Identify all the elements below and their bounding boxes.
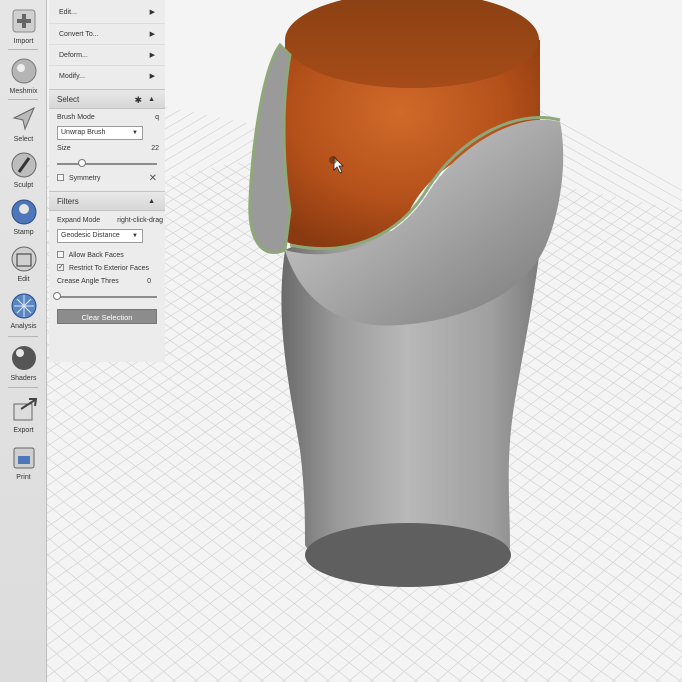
clear-selection-button[interactable]: Clear Selection (57, 309, 157, 324)
toolbar-sculpt[interactable]: Sculpt (0, 146, 47, 192)
chevron-down-icon: ▼ (132, 130, 138, 136)
gear-icon[interactable]: ✱ (134, 90, 142, 110)
toolbar-import-label: Import (13, 38, 34, 45)
meshmix-icon (11, 58, 36, 84)
toolbar-sculpt-label: Sculpt (13, 182, 34, 189)
toolbar-edit-label: Edit (17, 276, 30, 283)
toolbar-select-label: Select (13, 136, 34, 143)
menu-convert-to[interactable]: Convert To... ▶ (49, 24, 165, 45)
brush-mode-value: Unwrap Brush (61, 129, 106, 136)
toolbar-edit[interactable]: Edit (0, 240, 47, 286)
toolbar-meshmix[interactable]: Meshmix (0, 52, 47, 98)
select-arrow-icon (12, 106, 35, 131)
menu-edit-label: Edit... (59, 9, 77, 16)
toolbar-shaders-label: Shaders (10, 375, 37, 382)
expand-mode-dropdown[interactable]: Geodesic Distance ▼ (57, 229, 143, 243)
menu-convert-to-label: Convert To... (59, 31, 99, 38)
toolbar-export-label: Export (13, 427, 34, 434)
brush-icon (11, 152, 36, 178)
select-panel-header[interactable]: Select ✱ ▲ (49, 89, 165, 109)
filters-panel-header[interactable]: Filters ▲ (49, 191, 165, 211)
chevron-right-icon: ▶ (149, 9, 155, 16)
toolbar-analysis-label: Analysis (10, 323, 37, 330)
side-panels: Edit... ▶ Convert To... ▶ Deform... ▶ Mo… (49, 0, 165, 362)
toolbar-export[interactable]: Export (0, 391, 47, 437)
brush-mode-row: Brush Mode q (49, 111, 165, 125)
restrict-exterior-checkbox[interactable]: ✓ (57, 263, 64, 271)
filters-panel-title: Filters (57, 197, 79, 206)
stamp-icon (11, 199, 36, 225)
expand-mode-hint: right-click-drag (117, 217, 163, 224)
crease-value: 0 (147, 278, 151, 285)
menu-deform[interactable]: Deform... ▶ (49, 45, 165, 66)
size-slider-thumb[interactable] (78, 159, 86, 167)
brush-mode-dropdown[interactable]: Unwrap Brush ▼ (57, 126, 143, 140)
expand-mode-value: Geodesic Distance (61, 232, 120, 239)
toolbar-analysis[interactable]: Analysis (0, 287, 47, 333)
printer-icon (13, 447, 34, 469)
toolbar-print-label: Print (16, 474, 31, 481)
toolbar-print[interactable]: Print (0, 438, 47, 484)
select-panel-title: Select (57, 95, 80, 104)
crease-label: Crease Angle Thres (57, 278, 119, 285)
collapse-up-icon[interactable]: ▲ (148, 90, 155, 110)
allow-back-faces-label: Allow Back Faces (68, 252, 124, 259)
symmetry-label: Symmetry (68, 175, 101, 182)
toolbar-meshmix-label: Meshmix (9, 88, 38, 95)
size-slider[interactable] (57, 159, 157, 167)
symmetry-checkbox[interactable] (57, 173, 64, 181)
size-label: Size (57, 145, 71, 152)
toolbar-import[interactable]: Import (0, 2, 47, 48)
chevron-down-icon: ▼ (132, 233, 138, 239)
menu-modify[interactable]: Modify... ▶ (49, 66, 165, 87)
toolbar-stamp[interactable]: Stamp (0, 193, 47, 239)
restrict-exterior-label: Restrict To Exterior Faces (68, 265, 149, 272)
analysis-icon (11, 293, 36, 319)
toolbar-select[interactable]: Select (0, 100, 47, 146)
expand-mode-label: Expand Mode (57, 217, 101, 224)
brush-mode-label: Brush Mode (57, 114, 95, 121)
expand-mode-row: Expand Mode right-click-drag (49, 214, 165, 228)
chevron-right-icon: ▶ (149, 31, 155, 38)
toolbar-stamp-label: Stamp (13, 229, 34, 236)
chevron-right-icon: ▶ (149, 73, 155, 80)
menu-deform-label: Deform... (59, 52, 88, 59)
allow-back-faces-checkbox[interactable] (57, 250, 64, 258)
collapse-up-icon[interactable]: ▲ (148, 192, 155, 212)
meshmixer-window: Import Meshmix Select Sculpt Stamp Edit … (0, 0, 682, 682)
chevron-right-icon: ▶ (149, 52, 155, 59)
size-row: Size 22 (49, 142, 165, 156)
plus-icon (12, 9, 35, 33)
export-icon (13, 398, 37, 421)
menu-edit[interactable]: Edit... ▶ (49, 0, 165, 24)
main-toolbar: Import Meshmix Select Sculpt Stamp Edit … (0, 0, 47, 682)
allow-back-faces-row: Allow Back Faces (49, 249, 165, 262)
toolbar-shaders[interactable]: Shaders (0, 339, 47, 385)
brush-mode-shortcut: q (155, 114, 159, 121)
menu-modify-label: Modify... (59, 73, 85, 80)
sphere-icon (11, 346, 36, 370)
crease-slider-thumb[interactable] (53, 292, 61, 300)
edit-icon (11, 246, 36, 272)
crease-slider[interactable] (53, 292, 157, 300)
3d-model (248, 0, 564, 587)
size-value: 22 (151, 145, 159, 152)
crease-row: Crease Angle Thres 0 (49, 275, 165, 289)
pin-icon[interactable]: ✕ (149, 172, 157, 185)
symmetry-row: Symmetry ✕ (49, 172, 165, 185)
restrict-exterior-row: ✓ Restrict To Exterior Faces (49, 262, 165, 275)
